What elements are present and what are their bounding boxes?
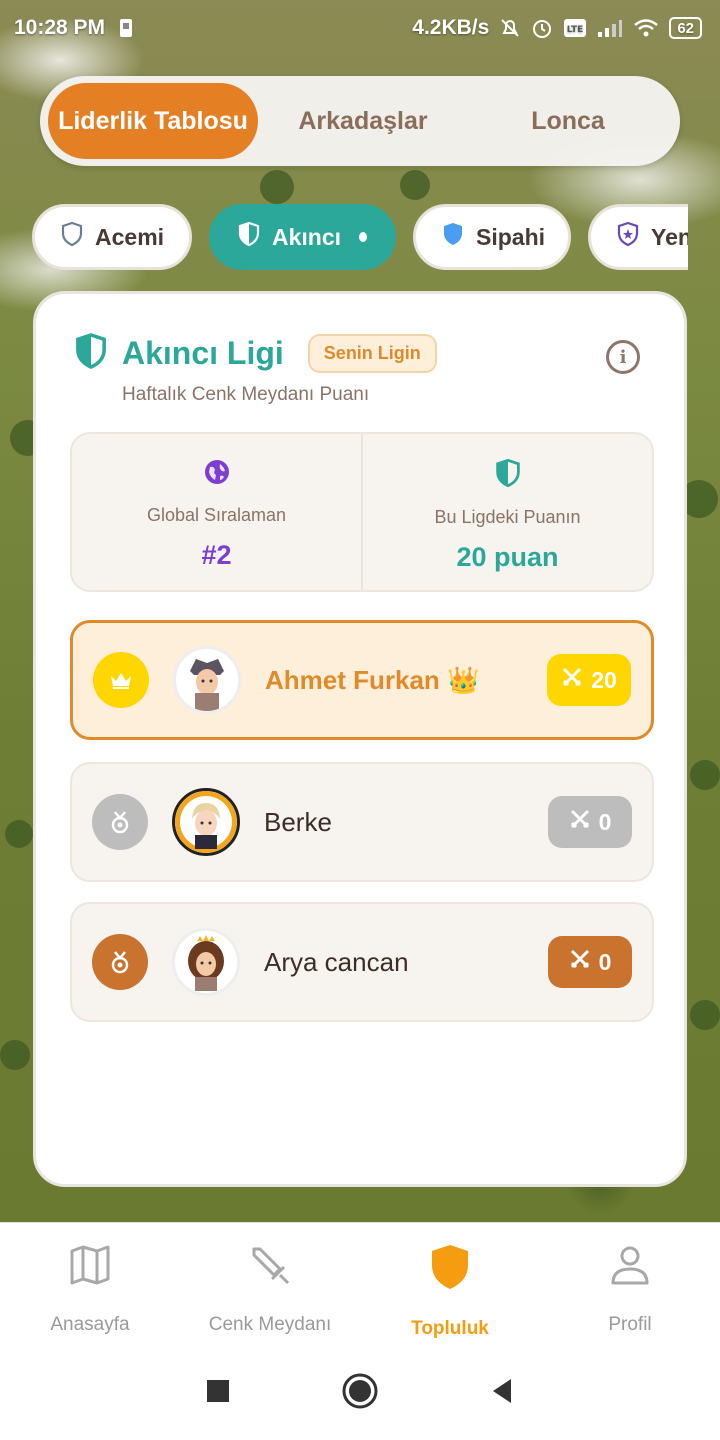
shield-star-icon: [617, 221, 639, 253]
info-icon[interactable]: i: [606, 340, 640, 374]
battery-icon: 62: [669, 17, 702, 39]
crossed-swords-icon: [569, 948, 591, 976]
recent-apps-button[interactable]: [205, 1378, 231, 1409]
nav-label: Profil: [608, 1314, 652, 1335]
nav-battlefield[interactable]: Cenk Meydanı: [180, 1223, 360, 1346]
medal-icon: [92, 934, 148, 990]
league-chip-label: Acemi: [95, 223, 165, 250]
battery-level: 62: [677, 19, 694, 37]
league-card: Akıncı Ligi Senin Ligin i Haftalık Cenk …: [33, 291, 687, 1187]
avatar: [172, 788, 240, 856]
sim-icon: [115, 17, 137, 39]
tab-leaderboard[interactable]: Liderlik Tablosu: [48, 83, 258, 159]
user-icon: [608, 1243, 652, 1292]
nav-label: Topluluk: [411, 1318, 489, 1339]
league-chip-label: Yeniçeri: [651, 223, 688, 250]
global-rank-value: #2: [201, 540, 232, 570]
league-points-stat: Bu Ligdeki Puanın 20 puan: [361, 434, 652, 590]
shield-half-icon: [74, 332, 108, 375]
nav-label: Cenk Meydanı: [208, 1314, 332, 1335]
shield-outline-icon: [61, 221, 83, 253]
bell-muted-icon: [499, 17, 521, 39]
league-chip-sipahi[interactable]: Sipahi: [413, 204, 571, 270]
score-badge: 0: [548, 936, 632, 988]
tab-guild[interactable]: Lonca: [468, 83, 668, 159]
globe-icon: [203, 458, 231, 491]
leaderboard-row[interactable]: Berke 0: [70, 762, 654, 882]
tab-friends[interactable]: Arkadaşlar: [258, 83, 468, 159]
medal-icon: [92, 794, 148, 850]
network-speed: 4.2KB/s: [412, 16, 490, 39]
score-value: 0: [598, 948, 612, 975]
signal-icon: [597, 18, 623, 38]
shield-half-icon: [495, 458, 521, 493]
shield-icon: [428, 1243, 472, 1296]
player-name: Berke: [264, 806, 332, 837]
league-points-label: Bu Ligdeki Puanın: [434, 507, 581, 527]
alarm-icon: [531, 17, 553, 39]
avatar: [173, 646, 241, 714]
svg-text:LTE: LTE: [567, 25, 584, 35]
league-chip-label: Akıncı: [272, 223, 342, 250]
status-bar: 10:28 PM 4.2KB/s LTE 62: [0, 0, 720, 56]
wifi-icon: [633, 18, 659, 38]
league-subtitle: Haftalık Cenk Meydanı Puanı: [122, 384, 370, 405]
player-name: Arya cancan: [264, 946, 409, 977]
global-rank-stat: Global Sıralaman #2: [72, 434, 361, 590]
player-name: Ahmet Furkan 👑: [265, 664, 480, 695]
league-header: Akıncı Ligi Senin Ligin: [74, 332, 437, 375]
your-league-badge: Senin Ligin: [307, 334, 437, 373]
shield-half-icon: [238, 221, 260, 253]
leaderboard-row[interactable]: Ahmet Furkan 👑 20: [70, 620, 654, 740]
nav-label: Anasayfa: [50, 1314, 130, 1335]
nav-home[interactable]: Anasayfa: [0, 1223, 180, 1346]
score-badge: 20: [547, 654, 631, 706]
crossed-swords-icon: [569, 808, 591, 836]
nav-profile[interactable]: Profil: [540, 1223, 720, 1346]
league-chip-akinci[interactable]: Akıncı: [209, 204, 396, 270]
score-badge: 0: [548, 796, 632, 848]
league-points-value: 20 puan: [456, 542, 559, 572]
avatar: [172, 928, 240, 996]
score-value: 20: [591, 666, 617, 693]
league-title: Akıncı Ligi: [122, 335, 284, 371]
score-value: 0: [598, 808, 612, 835]
crossed-swords-icon: [561, 666, 583, 694]
sword-icon: [248, 1243, 292, 1292]
status-time: 10:28 PM: [14, 16, 106, 39]
stats-summary: Global Sıralaman #2 Bu Ligdeki Puanın 20…: [70, 432, 654, 592]
active-dot: [359, 232, 367, 242]
league-chip-yeniceri[interactable]: Yeniçeri: [588, 204, 688, 270]
nav-community[interactable]: Topluluk: [360, 1223, 540, 1346]
top-tab-bar: Liderlik Tablosu Arkadaşlar Lonca: [40, 76, 680, 166]
shield-filled-blue-icon: [442, 221, 464, 253]
global-rank-label: Global Sıralaman: [146, 505, 287, 525]
volte-icon: LTE: [563, 18, 587, 38]
league-chip-acemi[interactable]: Acemi: [32, 204, 192, 270]
system-navigation-bar: [0, 1346, 720, 1440]
map-icon: [68, 1243, 112, 1292]
home-button[interactable]: [341, 1372, 379, 1415]
bottom-navigation: Anasayfa Cenk Meydanı Topluluk Profil: [0, 1222, 720, 1346]
league-chip-label: Sipahi: [476, 223, 546, 250]
back-button[interactable]: [489, 1377, 515, 1410]
leaderboard-row[interactable]: Arya cancan 0: [70, 902, 654, 1022]
crown-icon: [93, 652, 149, 708]
league-selector: Acemi Akıncı Sipahi Yeniçeri: [32, 204, 688, 270]
